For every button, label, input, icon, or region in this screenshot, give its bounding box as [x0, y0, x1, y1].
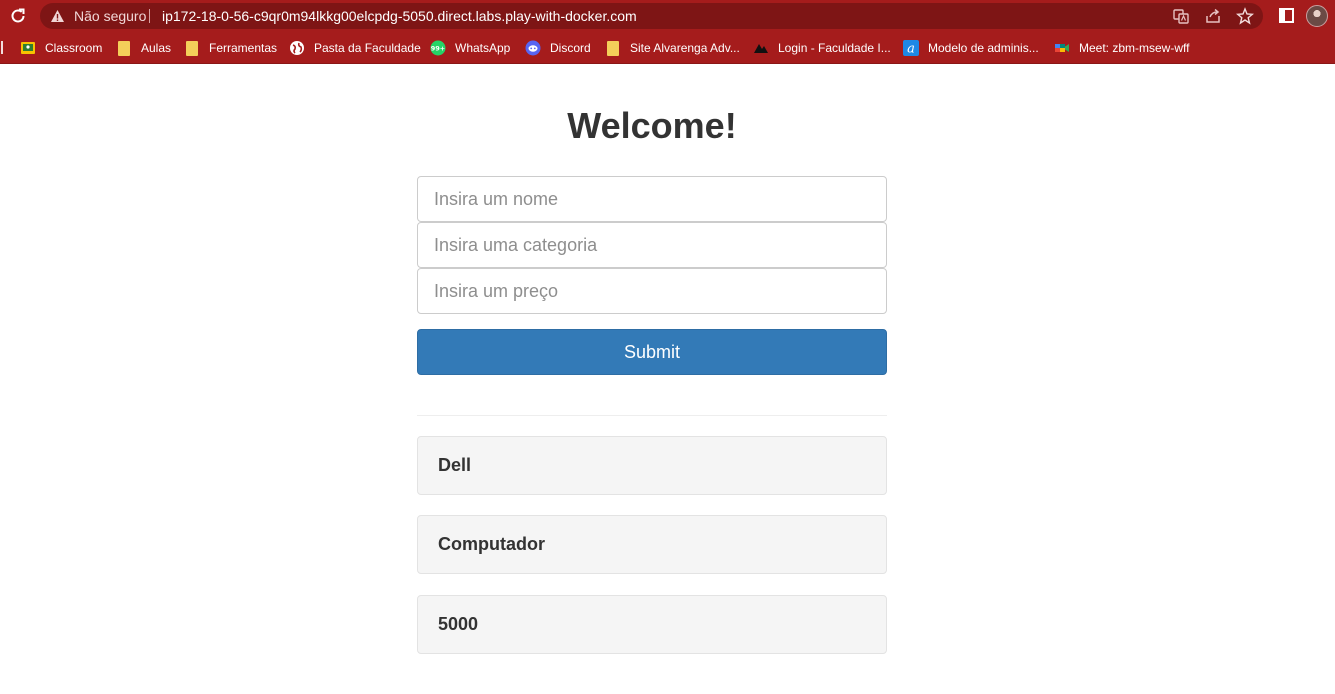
reload-icon[interactable]: [8, 6, 28, 26]
result-item-text: 5000: [438, 614, 479, 634]
divider: [417, 415, 887, 416]
globe-icon: [289, 40, 305, 56]
bookmark-label: Site Alvarenga Adv...: [630, 41, 740, 55]
svg-text:99+: 99+: [431, 45, 446, 53]
svg-text:a: a: [907, 42, 915, 57]
result-item: 5000: [417, 595, 887, 654]
bookmark-discord[interactable]: Discord: [525, 39, 591, 57]
folder-icon: [116, 40, 132, 56]
bookmark-ferramentas[interactable]: Ferramentas: [184, 39, 277, 57]
bookmark-meet[interactable]: Meet: zbm-msew-wff: [1054, 39, 1189, 57]
bookmark-aulas[interactable]: Aulas: [116, 39, 171, 57]
result-item: Dell: [417, 436, 887, 495]
result-item: Computador: [417, 515, 887, 574]
meet-icon: [1054, 40, 1070, 56]
bookmark-star-icon[interactable]: [1235, 7, 1255, 25]
browser-toolbar: Não seguro ip172-18-0-56-c9qr0m94lkkg00e…: [0, 0, 1335, 32]
bookmark-label: Meet: zbm-msew-wff: [1079, 41, 1190, 55]
result-item-text: Dell: [438, 455, 472, 475]
discord-icon: [525, 40, 541, 56]
folder-icon: [184, 40, 200, 56]
bookmark-login-faculdade[interactable]: Login - Faculdade I...: [753, 39, 891, 57]
share-icon[interactable]: [1204, 7, 1222, 25]
address-bar[interactable]: Não seguro ip172-18-0-56-c9qr0m94lkkg00e…: [40, 3, 1263, 29]
page-title: Welcome!: [567, 105, 737, 146]
folder-icon: [605, 40, 621, 56]
bookmark-pasta-faculdade[interactable]: Pasta da Faculdade: [289, 39, 421, 57]
bookmark-label: WhatsApp: [455, 41, 511, 55]
page-content: Welcome! Submit Dell Computador 5000: [0, 65, 1335, 694]
bookmark-classroom[interactable]: Classroom: [20, 39, 102, 57]
bookmark-whatsapp[interactable]: 99+ WhatsApp: [430, 39, 510, 57]
submit-button[interactable]: Submit: [417, 329, 887, 375]
category-input[interactable]: [417, 222, 887, 268]
bookmark-label: Discord: [550, 41, 591, 55]
side-panel-icon[interactable]: [1277, 6, 1297, 26]
faculdade-logo-icon: [753, 40, 769, 56]
name-input[interactable]: [417, 176, 887, 222]
whatsapp-icon: 99+: [430, 40, 446, 56]
a-logo-icon: a: [903, 40, 919, 56]
url-text[interactable]: ip172-18-0-56-c9qr0m94lkkg00elcpdg-5050.…: [162, 8, 637, 24]
bookmark-modelo-administracao[interactable]: a Modelo de adminis...: [903, 39, 1039, 57]
bookmark-site-alvarenga[interactable]: Site Alvarenga Adv...: [605, 39, 740, 57]
bookmark-label: Ferramentas: [209, 41, 278, 55]
profile-avatar[interactable]: [1306, 5, 1328, 27]
price-input[interactable]: [417, 268, 887, 314]
result-item-text: Computador: [438, 534, 545, 554]
security-label[interactable]: Não seguro: [74, 8, 146, 24]
bookmark-label: Pasta da Faculdade: [314, 41, 421, 55]
warning-icon[interactable]: [50, 9, 65, 23]
bookmark-label: Login - Faculdade I...: [778, 41, 891, 55]
bookmark-label: Classroom: [45, 41, 103, 55]
address-divider: [149, 9, 150, 23]
bookmarks-bar: Classroom Aulas Ferramentas Pasta da Fac…: [0, 32, 1335, 64]
bookmark-label: Modelo de adminis...: [928, 41, 1039, 55]
bookmarks-edge: [1, 41, 3, 54]
translate-icon[interactable]: [1172, 7, 1190, 25]
bookmark-label: Aulas: [141, 41, 172, 55]
classroom-icon: [20, 40, 36, 56]
